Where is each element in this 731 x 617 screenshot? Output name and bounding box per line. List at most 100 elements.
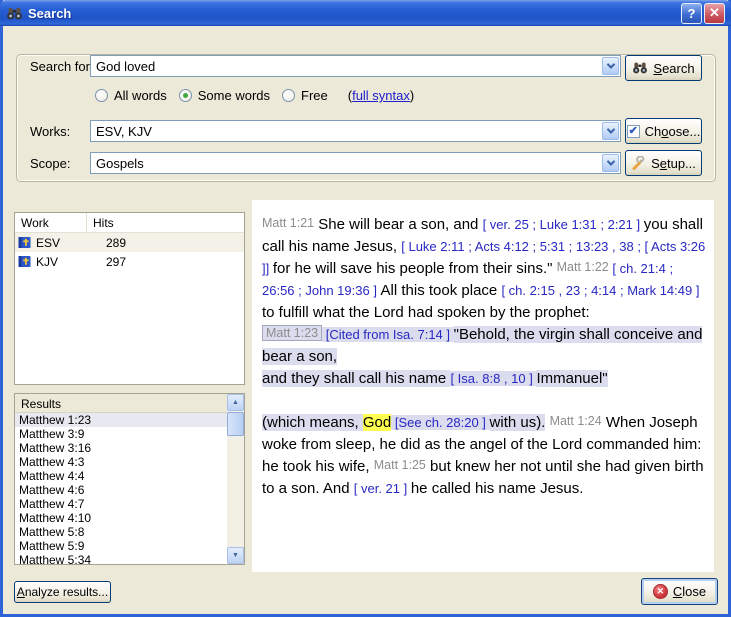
close-circle-icon: ✕ <box>653 584 668 599</box>
book-icon <box>18 236 31 249</box>
cross-reference[interactable]: [ ch. 2:15 , 23 ; 4:14 ; Mark 14:49 ] <box>501 283 699 298</box>
list-item[interactable]: Matthew 4:10 <box>15 511 227 525</box>
binoculars-icon <box>632 62 648 74</box>
radio-free[interactable]: Free <box>282 88 328 103</box>
hit-count: 297 <box>82 255 126 269</box>
search-for-value[interactable]: God loved <box>96 59 155 74</box>
list-item[interactable]: Matthew 4:3 <box>15 455 227 469</box>
results-panel: Results Matthew 1:23Matthew 3:9Matthew 3… <box>14 393 245 565</box>
table-row[interactable]: KJV297 <box>15 252 244 271</box>
works-combobox[interactable]: ESV, KJV <box>90 120 621 142</box>
chevron-down-icon <box>606 125 614 133</box>
verse-text <box>545 414 549 431</box>
binoculars-icon <box>6 7 23 20</box>
radio-some-words[interactable]: Some words <box>179 88 270 103</box>
scroll-down-button[interactable]: ▼ <box>227 547 244 564</box>
list-item[interactable]: Matthew 5:34 <box>15 553 227 564</box>
verse-text: for he will save his people from their s… <box>273 260 557 277</box>
hits-column-header[interactable]: Hits <box>87 213 114 232</box>
book-icon <box>18 255 31 268</box>
verse-text: (which means, <box>262 414 363 431</box>
cross-reference[interactable]: [See ch. 28:20 ] <box>391 415 489 430</box>
verse-label: Matt 1:22 <box>557 260 609 274</box>
table-row[interactable]: ESV289 <box>15 233 244 252</box>
scroll-up-button[interactable]: ▲ <box>227 394 244 411</box>
list-item[interactable]: Matthew 3:16 <box>15 441 227 455</box>
radio-label: All words <box>114 88 167 103</box>
verse-text: and they shall call his name <box>262 370 450 387</box>
search-for-combobox[interactable]: God loved <box>90 55 621 77</box>
chevron-down-icon <box>606 60 614 68</box>
verse-label: Matt 1:21 <box>262 216 314 230</box>
list-item[interactable]: Matthew 4:4 <box>15 469 227 483</box>
close-button-label: Close <box>673 584 706 599</box>
setup-button[interactable]: Setup... <box>625 150 702 176</box>
search-dialog: Search ? ✕ Search for: God loved <box>0 0 731 617</box>
works-value[interactable]: ESV, KJV <box>96 124 152 139</box>
title-bar[interactable]: Search ? ✕ <box>0 0 731 26</box>
analyze-results-label: Analyze results... <box>17 585 108 599</box>
radio-all-words[interactable]: All words <box>95 88 167 103</box>
search-button[interactable]: Search <box>625 55 702 81</box>
scope-dropdown-button[interactable] <box>602 154 619 172</box>
list-item[interactable]: Matthew 5:8 <box>15 525 227 539</box>
results-header: Results <box>15 394 227 413</box>
search-hit: God <box>363 414 391 431</box>
list-item[interactable]: Matthew 4:6 <box>15 483 227 497</box>
help-button[interactable]: ? <box>681 3 702 24</box>
radio-label: Some words <box>198 88 270 103</box>
close-button[interactable]: ✕ Close <box>641 578 718 605</box>
verse-text: with us). <box>490 414 546 431</box>
text-panel: Matt 1:21 She will bear a son, and [ ver… <box>252 200 714 572</box>
window-title: Search <box>28 6 679 21</box>
scrollbar-thumb[interactable] <box>227 412 244 436</box>
wrench-icon <box>631 156 646 170</box>
verse-label: Matt 1:23 <box>262 325 322 341</box>
choose-button[interactable]: ✔ Choose... <box>625 118 702 144</box>
scope-combobox[interactable]: Gospels <box>90 152 621 174</box>
verse-text: She will bear a son, and <box>314 216 482 233</box>
full-syntax-link[interactable]: full syntax <box>352 88 410 103</box>
work-hits-panel: Work Hits ESV289KJV297 <box>14 212 245 385</box>
results-scrollbar[interactable]: ▲ ▼ <box>227 394 244 564</box>
cross-reference[interactable]: [ Isa. 8:8 , 10 ] <box>450 371 536 386</box>
verse-text: All this took place <box>381 282 502 299</box>
search-mode-group: All words Some words Free <box>95 88 340 103</box>
works-label: Works: <box>30 124 70 139</box>
cross-reference[interactable]: [Cited from Isa. 7:14 ] <box>322 327 454 342</box>
cross-reference[interactable]: [ ver. 25 ; Luke 1:31 ; 2:21 ] <box>483 217 644 232</box>
verse-label: Matt 1:25 <box>374 458 426 472</box>
search-button-label: Search <box>653 61 694 76</box>
checkmark-icon: ✔ <box>627 125 640 138</box>
scope-value[interactable]: Gospels <box>96 156 144 171</box>
radio-icon[interactable] <box>282 89 295 102</box>
list-item[interactable]: Matthew 3:9 <box>15 427 227 441</box>
list-item[interactable]: Matthew 5:9 <box>15 539 227 553</box>
full-syntax-wrap: (full syntax) <box>348 88 415 103</box>
works-dropdown-button[interactable] <box>602 122 619 140</box>
scope-label: Scope: <box>30 156 70 171</box>
work-hits-header[interactable]: Work Hits <box>15 213 244 233</box>
list-item[interactable]: Matthew 4:7 <box>15 497 227 511</box>
setup-button-label: Setup... <box>651 156 696 171</box>
cross-reference[interactable]: [ ver. 21 ] <box>354 481 411 496</box>
hits-table-body: ESV289KJV297 <box>15 233 244 271</box>
work-name: ESV <box>36 236 82 250</box>
work-column-header[interactable]: Work <box>15 213 87 232</box>
scripture-text: Matt 1:21 She will bear a son, and [ ver… <box>262 214 708 500</box>
list-item[interactable]: Matthew 1:23 <box>15 413 227 427</box>
radio-label: Free <box>301 88 328 103</box>
search-mode-row: All words Some words Free (full syntax) <box>95 88 414 103</box>
choose-button-label: Choose... <box>645 124 701 139</box>
radio-icon[interactable] <box>95 89 108 102</box>
dialog-client-area: Search for: God loved Search All wordsSo <box>3 26 728 614</box>
analyze-results-button[interactable]: Analyze results... <box>14 581 111 603</box>
search-for-dropdown-button[interactable] <box>602 57 619 75</box>
results-list: Matthew 1:23Matthew 3:9Matthew 3:16Matth… <box>15 413 227 564</box>
work-name: KJV <box>36 255 82 269</box>
window-close-button[interactable]: ✕ <box>704 3 725 24</box>
radio-icon[interactable] <box>179 89 192 102</box>
hit-count: 289 <box>82 236 126 250</box>
verse-text: to fulfill what the Lord had spoken by t… <box>262 304 590 321</box>
verse-text: he called his name Jesus. <box>411 480 584 497</box>
